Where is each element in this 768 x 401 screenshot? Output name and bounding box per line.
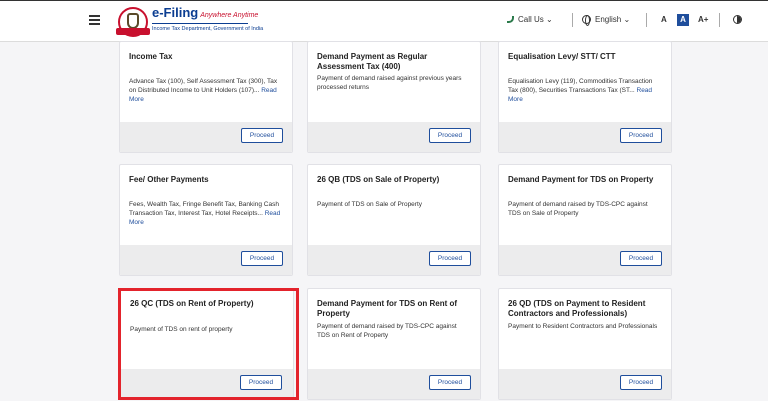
card-description-text: Payment of TDS on rent of property [130, 326, 233, 333]
card-footer: Proceed [308, 369, 480, 399]
card-footer: Proceed [120, 245, 292, 275]
card-title: 26 QC (TDS on Rent of Property) [130, 299, 254, 308]
proceed-button[interactable]: Proceed [429, 375, 471, 390]
card-description: Advance Tax (100), Self Assessment Tax (… [129, 77, 282, 104]
card-title: Demand Payment as Regular Assessment Tax… [317, 52, 428, 71]
proceed-button[interactable]: Proceed [240, 375, 282, 390]
card-description: Payment of demand raised against previou… [317, 74, 470, 92]
globe-icon [582, 15, 591, 26]
card-description: Payment of demand raised by TDS-CPC agai… [317, 322, 470, 340]
card-description: Payment to Resident Contractors and Prof… [508, 322, 661, 331]
logo-subtitle: Income Tax Department, Government of Ind… [152, 26, 264, 32]
payment-card-demand-regular-assessment: Demand Payment as Regular Assessment Tax… [307, 41, 481, 153]
font-decrease-button[interactable]: A [661, 15, 667, 24]
proceed-button[interactable]: Proceed [429, 128, 471, 143]
card-footer: Proceed [308, 122, 480, 152]
proceed-button[interactable]: Proceed [620, 128, 662, 143]
card-description-text: Fees, Wealth Tax, Fringe Benefit Tax, Ba… [129, 201, 279, 217]
logo-divider [152, 23, 248, 24]
card-title: Demand Payment for TDS on Rent of Proper… [317, 299, 458, 318]
chevron-down-icon: ⌄ [546, 15, 553, 24]
top-header: e-Filing Anywhere Anytime Income Tax Depa… [0, 0, 768, 42]
header-divider [572, 13, 573, 27]
font-normal-button[interactable]: A [677, 14, 689, 26]
card-description: Payment of TDS on rent of property [130, 325, 283, 334]
payment-card-26qd: 26 QD (TDS on Payment to Resident Contra… [498, 288, 672, 400]
call-us-label: Call Us [518, 15, 544, 24]
card-description: Payment of TDS on Sale of Property [317, 200, 470, 209]
card-description-text: Payment of demand raised against previou… [317, 75, 462, 91]
chevron-down-icon: ⌄ [623, 15, 631, 24]
card-description: Equalisation Levy (119), Commodities Tra… [508, 77, 661, 104]
card-description-text: Payment of TDS on Sale of Property [317, 201, 423, 208]
payment-card-demand-tds-rent: Demand Payment for TDS on Rent of Proper… [307, 288, 481, 400]
card-description-text: Payment to Resident Contractors and Prof… [508, 323, 658, 330]
card-description-text: Advance Tax (100), Self Assessment Tax (… [129, 78, 278, 94]
proceed-button[interactable]: Proceed [241, 128, 283, 143]
contrast-toggle-icon[interactable] [733, 15, 742, 24]
proceed-button[interactable]: Proceed [429, 251, 471, 266]
card-title: Equalisation Levy/ STT/ CTT [508, 52, 616, 61]
logo-title[interactable]: e-Filing Anywhere Anytime [152, 5, 258, 20]
card-footer: Proceed [499, 245, 671, 275]
hamburger-menu-icon[interactable] [89, 15, 100, 25]
card-description: Fees, Wealth Tax, Fringe Benefit Tax, Ba… [129, 200, 282, 227]
header-divider [719, 13, 720, 27]
proceed-button[interactable]: Proceed [241, 251, 283, 266]
card-footer: Proceed [308, 245, 480, 275]
card-title: Demand Payment for TDS on Property [508, 175, 654, 184]
card-footer: Proceed [120, 122, 292, 152]
payment-card-demand-tds-property: Demand Payment for TDS on Property Payme… [498, 164, 672, 276]
card-title: 26 QD (TDS on Payment to Resident Contra… [508, 299, 646, 318]
payment-card-26qb: 26 QB (TDS on Sale of Property) Payment … [307, 164, 481, 276]
card-title: Income Tax [129, 52, 173, 61]
card-footer: Proceed [121, 369, 293, 399]
header-divider [646, 13, 647, 27]
card-footer: Proceed [499, 369, 671, 399]
card-description-text: Payment of demand raised by TDS-CPC agai… [508, 201, 648, 217]
language-label: English [595, 15, 622, 24]
payment-card-equalisation-levy: Equalisation Levy/ STT/ CTT Equalisation… [498, 41, 672, 153]
emblem-logo-icon[interactable] [116, 7, 150, 37]
proceed-button[interactable]: Proceed [620, 375, 662, 390]
payment-card-income-tax: Income Tax Advance Tax (100), Self Asses… [119, 41, 293, 153]
logo-tagline: Anywhere Anytime [200, 12, 259, 19]
card-description: Payment of demand raised by TDS-CPC agai… [508, 200, 661, 218]
proceed-button[interactable]: Proceed [620, 251, 662, 266]
card-description-text: Equalisation Levy (119), Commodities Tra… [508, 78, 653, 94]
phone-icon [507, 16, 514, 23]
card-title: Fee/ Other Payments [129, 175, 209, 184]
call-us-dropdown[interactable]: Call Us ⌄ [518, 15, 553, 24]
font-increase-button[interactable]: A+ [698, 15, 708, 24]
language-dropdown[interactable]: English ⌄ [595, 15, 630, 24]
payment-card-fee-other: Fee/ Other Payments Fees, Wealth Tax, Fr… [119, 164, 293, 276]
card-title: 26 QB (TDS on Sale of Property) [317, 175, 440, 184]
card-description-text: Payment of demand raised by TDS-CPC agai… [317, 323, 457, 339]
card-footer: Proceed [499, 122, 671, 152]
payment-card-26qc: 26 QC (TDS on Rent of Property) Payment … [120, 288, 294, 400]
